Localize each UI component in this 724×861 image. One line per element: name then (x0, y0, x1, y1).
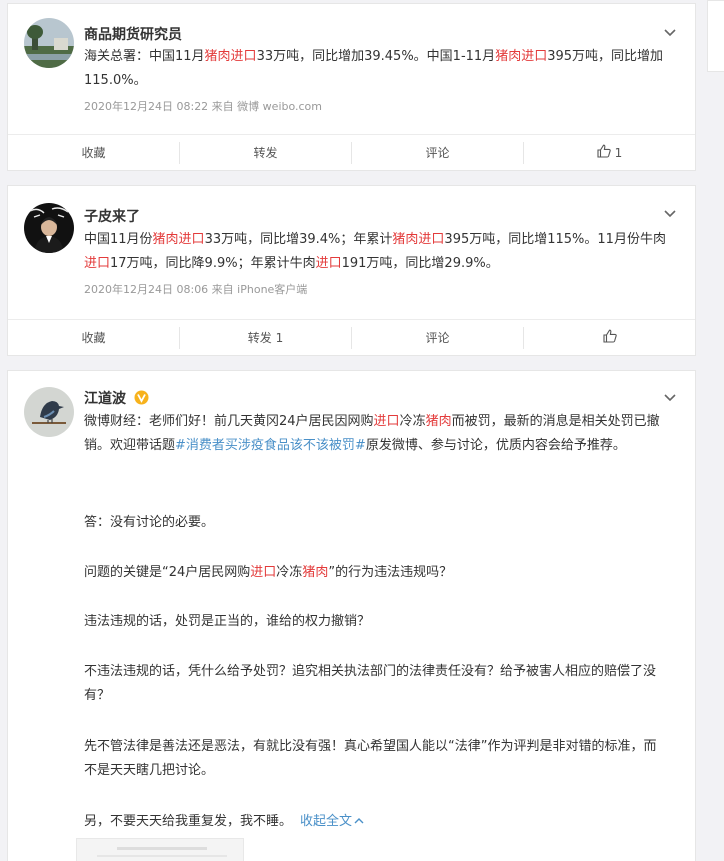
post-text: 中国11月份猪肉进口33万吨，同比增39.4%；年累计猪肉进口395万吨，同比增… (84, 228, 669, 276)
author-name[interactable]: 江道波 (84, 388, 149, 409)
weibo-post-card: 江道波 微博财经：老师们好！前几天黄冈24户居民因网购进口冷冻猪肉而被罚，最新的… (7, 370, 696, 861)
like-count: 1 (614, 145, 623, 160)
post-paragraph: 违法违规的话，处罚是正当的，谁给的权力撤销？ (84, 614, 371, 629)
author-name[interactable]: 商品期货研究员 (84, 24, 182, 44)
comment-label: 评论 (425, 146, 450, 160)
repost-button[interactable]: 转发 (180, 135, 351, 170)
highlighted-keyword[interactable]: 猪肉进口 (205, 49, 257, 64)
chevron-down-icon[interactable] (663, 391, 677, 405)
like-button[interactable]: 1 (524, 135, 695, 170)
highlighted-keyword[interactable]: 猪肉进口 (495, 49, 547, 64)
collect-label: 收藏 (81, 331, 106, 345)
weibo-post-card: 子皮来了 中国11月份猪肉进口33万吨，同比增39.4%；年累计猪肉进口395万… (7, 185, 696, 356)
chevron-down-icon[interactable] (663, 26, 677, 40)
comment-button[interactable]: 评论 (352, 320, 523, 355)
post-text-tail: 另，不要天天给我重复发，我不睡。 (84, 814, 293, 829)
attached-image-thumbnail[interactable] (76, 838, 244, 861)
highlighted-keyword[interactable]: 猪肉 (426, 414, 452, 429)
comment-label: 评论 (425, 331, 450, 345)
collapse-link[interactable]: 收起全文 (300, 814, 364, 829)
post-paragraph: 答：没有讨论的必要。 (84, 515, 215, 530)
post-paragraph: 微博财经：老师们好！前几天黄冈24户居民因网购进口冷冻猪肉而被罚，最新的消息是相… (84, 410, 669, 458)
text-segment: 冷冻 (276, 565, 303, 580)
comment-button[interactable]: 评论 (352, 135, 523, 170)
post-text: 海关总署：中国11月猪肉进口33万吨，同比增加39.45%。中国1-11月猪肉进… (84, 45, 669, 93)
text-segment: 原发微博、参与讨论，优质内容会给予推荐。 (365, 438, 626, 453)
collect-label: 收藏 (81, 146, 106, 160)
text-segment: 微博财经：老师们好！前几天黄冈24户居民因网购 (84, 414, 374, 429)
thumbs-up-icon (602, 329, 617, 346)
collapse-label: 收起全文 (300, 814, 353, 829)
avatar[interactable] (24, 387, 74, 437)
chevron-up-icon (354, 810, 364, 834)
text-segment: 海关总署：中国11月 (84, 49, 205, 64)
text-segment: 33万吨，同比增39.4%；年累计 (204, 232, 393, 247)
post-meta[interactable]: 2020年12月24日 08:06 来自 iPhone客户端 (84, 281, 307, 297)
action-bar: 收藏 转发 1 评论 (8, 319, 695, 355)
repost-label: 转发 (253, 146, 278, 160)
text-segment: 问题的关键是“24户居民网购 (84, 565, 251, 580)
collect-button[interactable]: 收藏 (8, 135, 179, 170)
topic-link[interactable]: #消费者买涉疫食品该不该被罚# (175, 438, 366, 453)
like-button[interactable] (524, 320, 695, 355)
highlighted-keyword[interactable]: 进口 (250, 565, 276, 580)
post-paragraph: 另，不要天天给我重复发，我不睡。 收起全文 (84, 810, 669, 834)
highlighted-keyword[interactable]: 猪肉 (302, 565, 328, 580)
text-segment: 191万吨，同比增29.9%。 (341, 256, 499, 271)
text-segment: 中国11月份 (84, 232, 153, 247)
verified-badge-icon (134, 390, 149, 409)
text-segment: ”的行为违法违规吗？ (328, 565, 453, 580)
text-segment: 冷冻 (399, 414, 426, 429)
highlighted-keyword[interactable]: 进口 (84, 256, 110, 271)
post-paragraph: 先不管法律是善法还是恶法，有就比没有强！真心希望国人能以“法律”作为评判是非对错… (84, 739, 657, 778)
action-bar: 收藏 转发 评论 1 (8, 134, 695, 170)
repost-button[interactable]: 转发 1 (180, 320, 351, 355)
author-name-text: 江道波 (84, 391, 126, 407)
text-segment: 395万吨，同比增115%。11月份牛肉 (444, 232, 666, 247)
thumbs-up-icon (597, 144, 611, 161)
post-paragraph: 问题的关键是“24户居民网购进口冷冻猪肉”的行为违法违规吗？ (84, 561, 669, 585)
highlighted-keyword[interactable]: 进口 (316, 256, 342, 271)
text-segment: 33万吨，同比增加39.45%。中国1-11月 (256, 49, 496, 64)
author-name[interactable]: 子皮来了 (84, 206, 140, 226)
weibo-post-card: 商品期货研究员 海关总署：中国11月猪肉进口33万吨，同比增加39.45%。中国… (7, 3, 696, 171)
post-paragraph: 不违法违规的话，凭什么给予处罚？追究相关执法部门的法律责任没有？给予被害人相应的… (84, 664, 657, 703)
avatar[interactable] (24, 18, 74, 68)
chevron-down-icon[interactable] (663, 207, 677, 221)
highlighted-keyword[interactable]: 进口 (374, 414, 400, 429)
highlighted-keyword[interactable]: 猪肉进口 (392, 232, 444, 247)
avatar[interactable] (24, 203, 74, 253)
collect-button[interactable]: 收藏 (8, 320, 179, 355)
post-meta[interactable]: 2020年12月24日 08:22 来自 微博 weibo.com (84, 98, 322, 114)
highlighted-keyword[interactable]: 猪肉进口 (153, 232, 205, 247)
text-segment: 17万吨，同比降9.9%；年累计牛肉 (110, 256, 316, 271)
repost-label: 转发 1 (247, 331, 284, 345)
side-panel-edge (707, 0, 724, 72)
